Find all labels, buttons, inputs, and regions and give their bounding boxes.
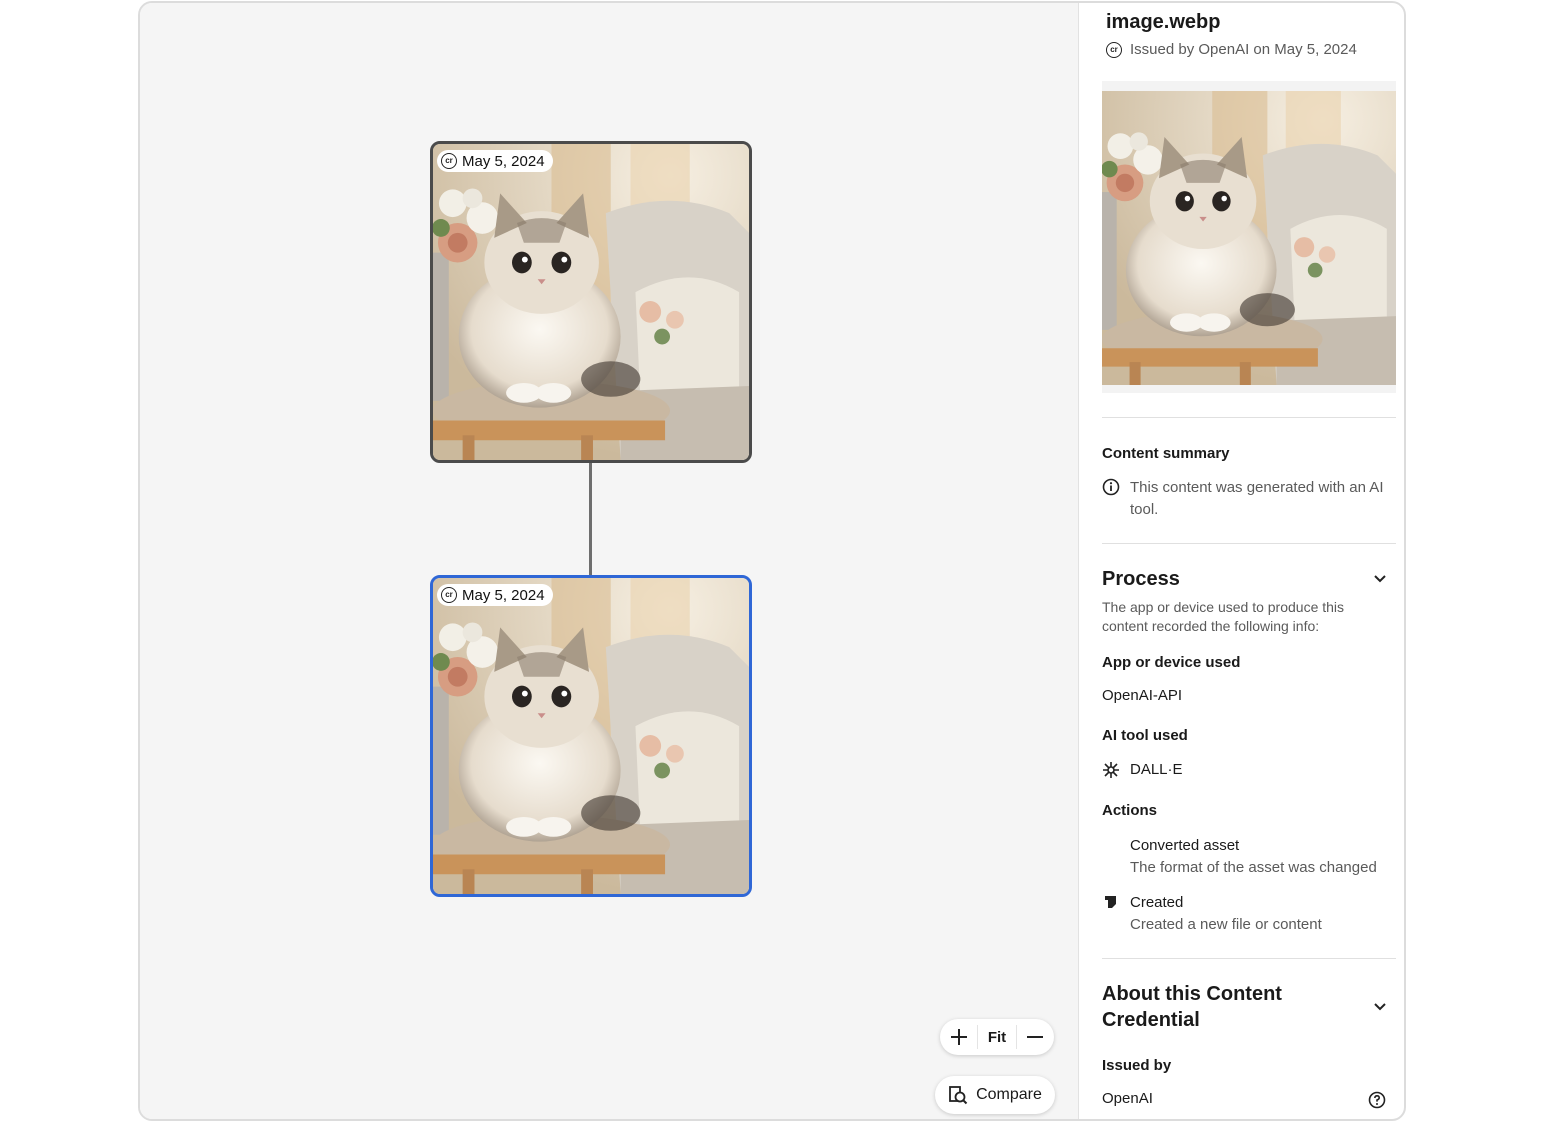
app-used-label: App or device used xyxy=(1102,654,1241,671)
app-used-value: OpenAI-API xyxy=(1102,687,1183,704)
content-summary-row: This content was generated with an AI to… xyxy=(1102,477,1396,521)
node-thumbnail xyxy=(433,144,749,460)
converted-asset-icon xyxy=(1102,835,1120,853)
ai-tool-value: DALL·E xyxy=(1130,761,1183,778)
help-icon[interactable] xyxy=(1368,1091,1386,1109)
compare-button[interactable]: Compare xyxy=(935,1076,1055,1114)
asset-preview xyxy=(1102,81,1396,393)
content-credentials-icon: cr xyxy=(1106,41,1122,58)
divider xyxy=(1102,417,1396,418)
zoom-in-button[interactable] xyxy=(940,1019,977,1055)
issued-by-label: Issued by xyxy=(1102,1057,1172,1074)
zoom-out-button[interactable] xyxy=(1017,1019,1054,1055)
provenance-canvas[interactable]: cr May 5, 2024 cr May 5, 2024 Fit Compar… xyxy=(140,3,1078,1119)
ai-tool-row: DALL·E xyxy=(1102,761,1183,779)
node-thumbnail xyxy=(433,578,749,894)
zoom-controls: Fit xyxy=(940,1019,1054,1055)
content-credentials-icon: cr xyxy=(441,587,457,603)
dalle-icon xyxy=(1103,762,1119,778)
action-description: Created a new file or content xyxy=(1130,916,1322,933)
selected-asset-node[interactable]: cr May 5, 2024 xyxy=(430,575,752,897)
node-date-badge: cr May 5, 2024 xyxy=(437,584,553,606)
action-item: Created Created a new file or content xyxy=(1102,892,1322,936)
action-description: The format of the asset was changed xyxy=(1130,859,1377,876)
divider xyxy=(1102,958,1396,959)
node-connector xyxy=(589,463,592,577)
actions-label: Actions xyxy=(1102,802,1158,819)
issued-line: cr Issued by OpenAI on May 5, 2024 xyxy=(1106,41,1357,58)
file-name: image.webp xyxy=(1106,11,1221,33)
action-title: Converted asset xyxy=(1130,837,1240,854)
action-title: Created xyxy=(1130,894,1184,911)
plus-icon xyxy=(950,1029,967,1045)
compare-magnifier-icon xyxy=(949,1086,968,1105)
minus-icon xyxy=(1027,1036,1044,1038)
ingredient-node[interactable]: cr May 5, 2024 xyxy=(430,141,752,463)
node-date: May 5, 2024 xyxy=(462,586,545,604)
node-date-badge: cr May 5, 2024 xyxy=(437,150,553,172)
process-heading: Process xyxy=(1102,568,1180,590)
fit-button[interactable]: Fit xyxy=(977,1025,1017,1049)
info-icon xyxy=(1102,478,1120,496)
action-item: Converted asset The format of the asset … xyxy=(1102,835,1377,879)
node-date: May 5, 2024 xyxy=(462,152,545,170)
created-icon xyxy=(1105,896,1116,908)
ai-tool-label: AI tool used xyxy=(1102,727,1188,744)
compare-label: Compare xyxy=(976,1086,1042,1103)
content-summary-heading: Content summary xyxy=(1102,445,1230,462)
issued-by-value: OpenAI xyxy=(1102,1090,1153,1107)
divider xyxy=(1102,543,1396,544)
preview-image xyxy=(1102,91,1396,385)
content-credentials-icon: cr xyxy=(441,153,457,169)
chevron-down-icon[interactable] xyxy=(1372,571,1388,587)
app-frame: cr May 5, 2024 cr May 5, 2024 Fit Compar… xyxy=(138,1,1406,1121)
content-summary-text: This content was generated with an AI to… xyxy=(1130,479,1384,518)
about-credential-heading: About this Content Credential xyxy=(1102,983,1282,1031)
process-description: The app or device used to produce this c… xyxy=(1102,599,1345,634)
details-panel: image.webp cr Issued by OpenAI on May 5,… xyxy=(1100,3,1396,1119)
chevron-down-icon[interactable] xyxy=(1372,999,1388,1015)
issued-text: Issued by OpenAI on May 5, 2024 xyxy=(1130,41,1357,58)
panel-divider xyxy=(1078,3,1079,1119)
